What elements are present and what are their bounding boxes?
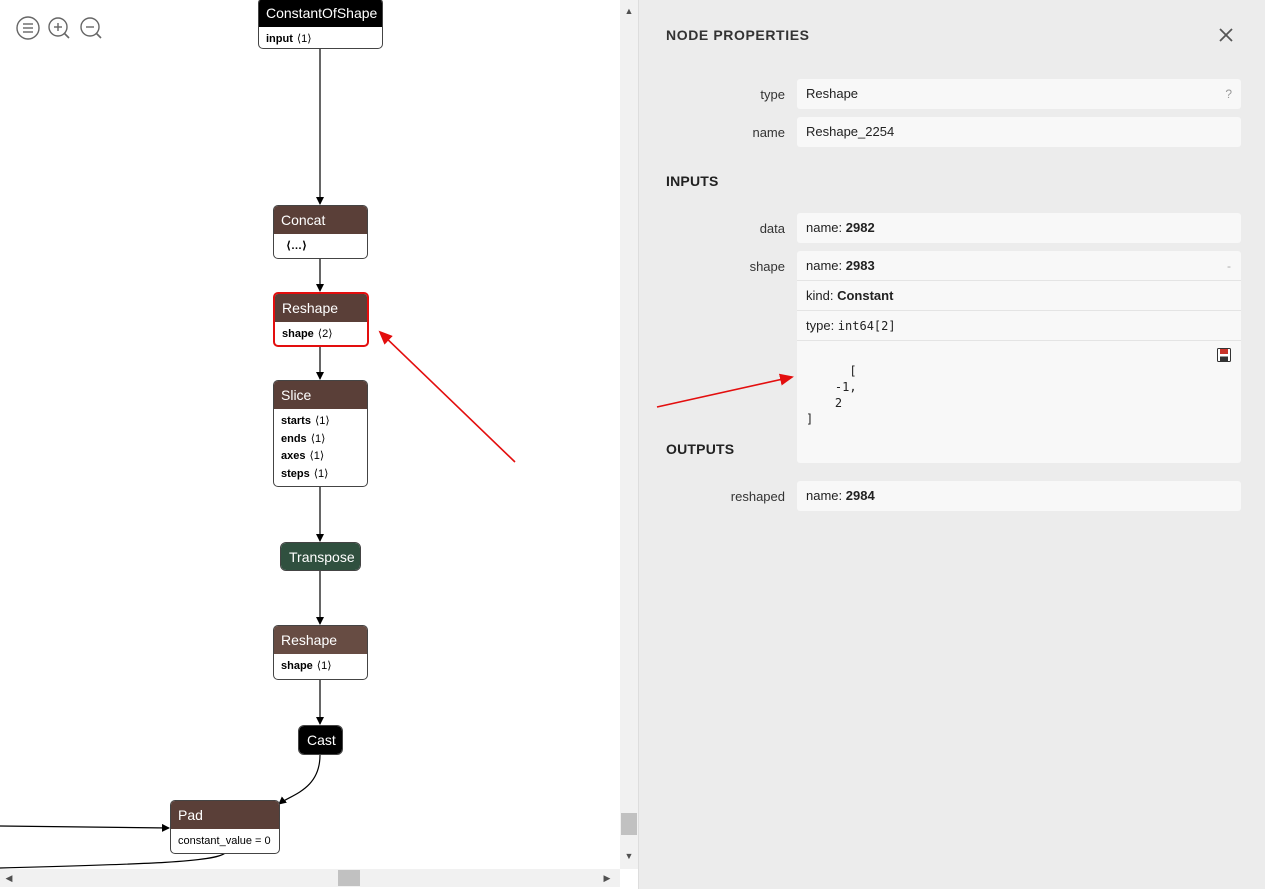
scroll-down-icon[interactable]: ▼: [620, 845, 638, 867]
node-title: Transpose: [281, 543, 360, 570]
node-attributes: ⟨…⟩: [274, 234, 367, 258]
attr-value: ⟨1⟩: [296, 33, 312, 45]
graph-canvas[interactable]: ConstantOfShape input ⟨1⟩ Concat ⟨…⟩ Resh…: [0, 0, 620, 869]
node-title: Reshape: [275, 294, 367, 322]
save-icon[interactable]: [1217, 348, 1231, 362]
inputs-section-title: INPUTS: [666, 173, 719, 189]
node-attributes: shape ⟨1⟩: [274, 654, 367, 679]
name-label: name: [752, 125, 785, 140]
attr-value: ⟨1⟩: [309, 450, 325, 462]
scrollbar-thumb[interactable]: [338, 870, 360, 886]
input-shape-field[interactable]: name: 2983 - kind: Constant type: int64[…: [797, 251, 1241, 463]
attr-value: ⟨1⟩: [314, 415, 330, 427]
input-shape-type: int64[2]: [837, 319, 896, 333]
input-shape-name: 2983: [845, 258, 875, 273]
name-value: Reshape_2254: [806, 124, 895, 139]
node-properties-sidebar: NODE PROPERTIES type Reshape ? name Resh…: [638, 0, 1265, 889]
output-reshaped-row: name: 2984: [797, 481, 1241, 511]
node-title: Slice: [274, 381, 367, 409]
edge-cast-pad: [278, 754, 321, 805]
zoom-out-icon[interactable]: [79, 16, 103, 40]
type-label: type: [760, 87, 785, 102]
type-field[interactable]: Reshape ?: [797, 79, 1241, 109]
node-attributes: constant_value = 0: [171, 829, 279, 853]
node-attributes: input ⟨1⟩: [259, 27, 382, 48]
close-icon[interactable]: [1215, 24, 1237, 46]
help-icon[interactable]: ?: [1225, 79, 1232, 109]
input-data-name: 2982: [845, 220, 875, 235]
node-attributes: shape ⟨2⟩: [275, 322, 367, 345]
tensor-value-row: [ -1, 2 ]: [797, 341, 1241, 463]
name-row: Reshape_2254: [797, 117, 1241, 147]
input-data-row: name: 2982: [797, 213, 1241, 243]
output-reshaped-label: reshaped: [730, 489, 785, 504]
scrollbar-thumb[interactable]: [621, 813, 637, 835]
type-value: Reshape: [806, 86, 859, 101]
output-reshaped-field[interactable]: name: 2984: [797, 481, 1241, 511]
node-reshape[interactable]: Reshape shape ⟨1⟩: [273, 625, 368, 680]
scroll-left-icon[interactable]: ◀: [0, 869, 18, 887]
node-title: Cast: [299, 726, 342, 754]
input-shape-label: shape: [749, 259, 785, 274]
output-reshaped-name: 2984: [845, 488, 875, 503]
attr-value: constant_value = 0: [178, 835, 271, 847]
node-reshape-selected[interactable]: Reshape shape ⟨2⟩: [273, 292, 369, 347]
attr-value: ⟨…⟩: [286, 240, 308, 252]
tensor-value: [ -1, 2 ]: [806, 364, 857, 426]
node-constantofshape[interactable]: ConstantOfShape input ⟨1⟩: [258, 0, 383, 49]
kind-prefix: kind:: [806, 288, 838, 303]
menu-icon[interactable]: [16, 16, 40, 40]
type-row: Reshape ?: [797, 79, 1241, 109]
attr-name: shape: [282, 328, 314, 340]
attr-name: input: [266, 33, 293, 45]
input-data-label: data: [759, 221, 785, 236]
scroll-right-icon[interactable]: ▶: [598, 869, 616, 887]
collapse-toggle[interactable]: -: [1227, 251, 1231, 281]
node-title: Concat: [274, 206, 367, 234]
node-cast[interactable]: Cast: [298, 725, 343, 755]
zoom-in-icon[interactable]: [47, 16, 71, 40]
input-shape-type-row: type: int64[2]: [797, 311, 1241, 341]
attr-row: axes ⟨1⟩: [281, 448, 360, 466]
input-data-field[interactable]: name: 2982: [797, 213, 1241, 243]
name-field[interactable]: Reshape_2254: [797, 117, 1241, 147]
annotation-arrow-graph: [378, 330, 516, 463]
node-title: ConstantOfShape: [259, 0, 382, 27]
node-attributes: starts ⟨1⟩ ends ⟨1⟩ axes ⟨1⟩ steps ⟨1⟩: [274, 409, 367, 486]
node-transpose[interactable]: Transpose: [280, 542, 361, 571]
name-prefix: name:: [806, 220, 846, 235]
input-shape-kind-row: kind: Constant: [797, 281, 1241, 311]
attr-name: axes: [281, 450, 306, 462]
sidebar-title: NODE PROPERTIES: [666, 27, 810, 43]
attr-name: starts: [281, 415, 311, 427]
node-pad[interactable]: Pad constant_value = 0: [170, 800, 280, 854]
attr-row: starts ⟨1⟩: [281, 413, 360, 431]
attr-value: ⟨1⟩: [316, 660, 332, 672]
node-slice[interactable]: Slice starts ⟨1⟩ ends ⟨1⟩ axes ⟨1⟩ steps ⟨1⟩: [273, 380, 368, 487]
attr-row: steps ⟨1⟩: [281, 466, 360, 484]
attr-value: ⟨1⟩: [310, 432, 326, 445]
scroll-up-icon[interactable]: ▲: [620, 0, 638, 22]
attr-value: ⟨2⟩: [317, 328, 333, 340]
attr-name: shape: [281, 660, 313, 672]
horizontal-scrollbar[interactable]: ◀ ▶: [0, 869, 620, 887]
input-shape-kind: Constant: [837, 288, 894, 303]
node-concat[interactable]: Concat ⟨…⟩: [273, 205, 368, 259]
outputs-section-title: OUTPUTS: [666, 441, 735, 457]
node-title: Reshape: [274, 626, 367, 654]
attr-name: steps: [281, 467, 310, 480]
node-title: Pad: [171, 801, 279, 829]
input-shape-name-row: name: 2983 -: [797, 251, 1241, 281]
edge-left-pad: [0, 823, 170, 832]
type-prefix: type:: [806, 318, 838, 333]
edge-pad-out: [0, 852, 226, 869]
name-prefix: name:: [806, 258, 846, 273]
vertical-scrollbar[interactable]: ▲ ▼: [620, 0, 638, 869]
attr-name: ends: [281, 432, 307, 445]
name-prefix: name:: [806, 488, 846, 503]
attr-row: ends ⟨1⟩: [281, 431, 360, 449]
attr-value: ⟨1⟩: [313, 467, 329, 480]
